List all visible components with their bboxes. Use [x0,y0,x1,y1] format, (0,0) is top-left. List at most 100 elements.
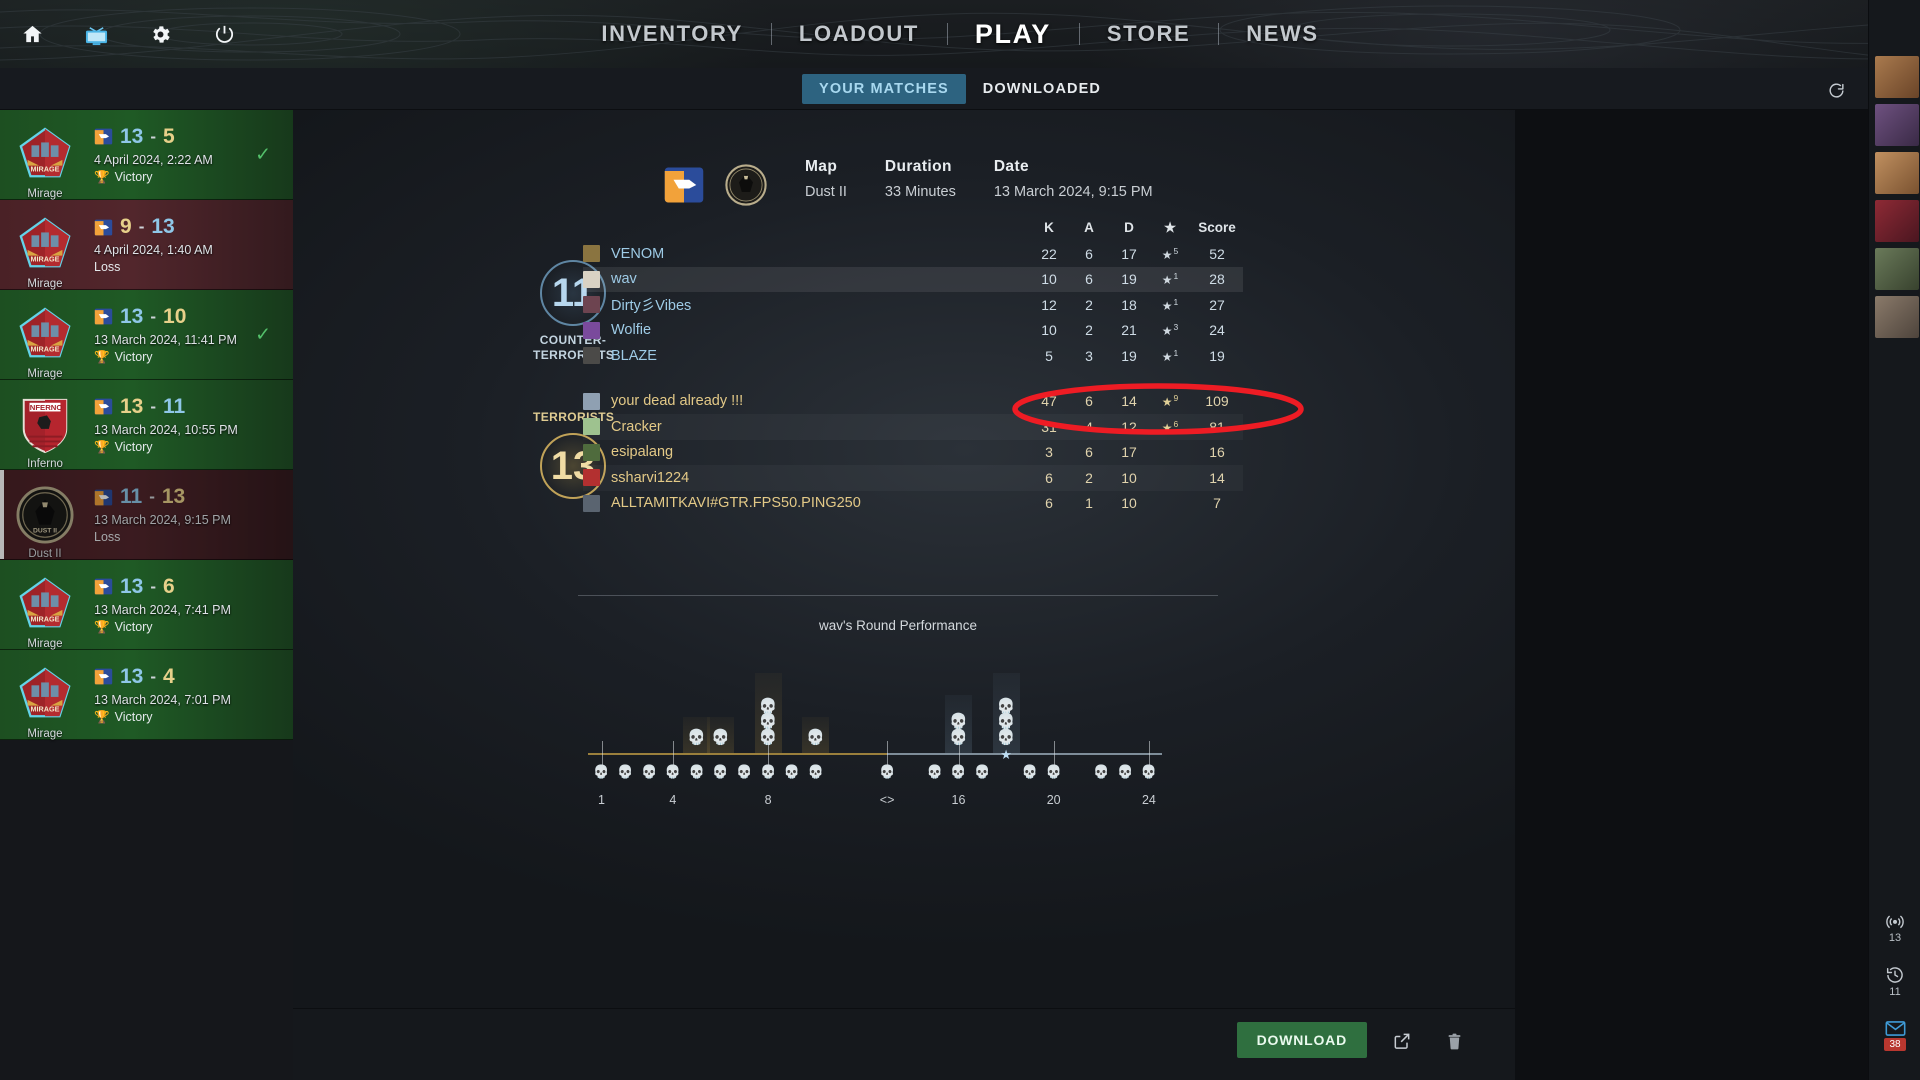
friend-avatar[interactable] [1875,56,1919,98]
match-detail-header: Map Dust II Duration 33 Minutes Date 13 … [663,158,1153,206]
player-score: 52 [1209,245,1225,262]
svg-text:MIRAGE: MIRAGE [31,344,60,353]
map-name: Mirage [27,727,63,740]
match-list[interactable]: MIRAGE Mirage 13 - 5 4 April 2024, 2:22 … [0,110,293,1080]
avatar [583,347,600,365]
table-row[interactable]: Wolfie 10 2 21 ★3 24 [583,318,1243,344]
match-result: 🏆 Victory [94,170,293,185]
kill-skull-icon: 💀 [758,713,778,730]
download-button[interactable]: DOWNLOAD [1236,1022,1367,1058]
player-deaths: 21 [1121,322,1137,339]
axis-tick-label: 8 [764,793,772,807]
quick-nav-icons [0,0,256,68]
avatar [583,245,600,263]
match-result-label: Victory [114,440,153,454]
menu-item-play[interactable]: PLAY [947,19,1079,50]
duration-label: Duration [884,158,952,175]
player-kills: 31 [1041,418,1057,435]
table-row[interactable]: ssharvi1224 6 2 10 14 [583,465,1243,491]
tv-icon[interactable] [64,0,128,68]
star-icon: ★ [1161,298,1173,313]
match-list-item[interactable]: INFERNO Inferno 13 - 11 13 March 2024, 1… [0,380,293,470]
table-row[interactable]: Cracker 31 4 12 ★6 81 [583,414,1243,440]
player-score: 19 [1209,347,1225,364]
scoreboard: K A D ★ Score VENOM 22 6 17 ★5 52 wav 10… [583,220,1243,516]
kill-skull-icon: 💀 [711,728,730,746]
friend-avatar[interactable] [1875,296,1919,338]
table-row[interactable]: BLAZE 5 3 19 ★1 19 [583,343,1243,369]
avatar [583,321,600,339]
menu-item-news[interactable]: NEWS [1218,21,1346,47]
friend-avatar[interactable] [1875,104,1919,146]
tab-downloaded[interactable]: DOWNLOADED [966,74,1118,104]
axis-tick [958,741,960,771]
power-icon[interactable] [192,0,256,68]
external-link-icon[interactable] [1389,1028,1415,1054]
tv-icon-glyph [85,26,107,45]
axis-tick [601,741,603,771]
death-skull-icon: 💀 [1021,764,1038,779]
score-left: 13 [120,664,144,688]
player-name: ALLTAMITKAVI#GTR.FPS50.PING250 [611,495,861,512]
match-list-item[interactable]: MIRAGE Mirage 13 - 10 13 March 2024, 11:… [0,290,293,380]
history-icon[interactable]: 11 [1869,954,1920,1008]
cs2-logo-icon [94,668,113,685]
avatar [583,296,600,314]
friend-avatar[interactable] [1875,152,1919,194]
home-icon[interactable] [0,0,64,68]
star-icon: ★ [1161,420,1173,435]
menu-item-loadout[interactable]: LOADOUT [771,21,947,47]
kill-skull-icon: 💀 [996,697,1016,715]
score-right: 11 [163,394,186,418]
refresh-icon[interactable] [1824,78,1848,102]
player-assists: 3 [1085,347,1093,364]
death-skull-icon: 💀 [1117,764,1134,779]
table-row[interactable]: esipalang 3 6 17 16 [583,440,1243,466]
gear-icon[interactable] [128,0,192,68]
mail-icon[interactable]: 38 [1869,1008,1920,1062]
friend-avatar[interactable] [1875,248,1919,290]
kill-skull-icon: 💀 [758,697,778,715]
table-row[interactable]: your dead already !!! 47 6 14 ★9 109 [583,389,1243,415]
score-left: 13 [120,394,144,418]
friend-avatar[interactable] [1875,200,1919,242]
table-row-self[interactable]: wav 10 6 19 ★1 28 [583,266,1243,292]
chart-divider [578,595,1218,596]
match-list-item[interactable]: MIRAGE Mirage 13 - 6 13 March 2024, 7:41… [0,560,293,650]
match-score: 13 - 11 [94,395,293,419]
mail-badge-count: 38 [1884,1037,1906,1051]
right-rail: 13 11 38 [1868,0,1920,1080]
trash-icon[interactable] [1441,1028,1467,1054]
trophy-icon: 🏆 [94,169,110,184]
broadcast-icon[interactable]: 13 [1869,900,1920,954]
star-count: 6 [1173,418,1179,429]
player-assists: 2 [1085,296,1093,313]
table-row[interactable]: VENOM 22 6 17 ★5 52 [583,241,1243,267]
score-right: 5 [163,124,175,148]
tab-your-matches[interactable]: YOUR MATCHES [802,74,966,104]
score-dash: - [150,306,157,326]
table-row[interactable]: ALLTAMITKAVI#GTR.FPS50.PING250 6 1 10 7 [583,491,1243,517]
axis-tick-label: 24 [1141,793,1156,807]
menu-item-inventory[interactable]: INVENTORY [573,21,771,47]
match-date: 13 March 2024, 7:41 PM [94,602,231,617]
cs2-logo-icon [664,167,704,203]
match-list-item-selected[interactable]: DUST II Dust II 11 - 13 13 March 2024, 9… [0,470,293,560]
round-kills: 💀 [707,728,734,746]
match-list-item[interactable]: MIRAGE Mirage 9 - 13 4 April 2024, 1:40 … [0,200,293,290]
star-icon: ★ [1161,324,1173,339]
map-name: Inferno [27,457,63,470]
svg-text:MIRAGE: MIRAGE [31,614,60,623]
avatar [583,418,600,436]
table-row[interactable]: Dirty彡Vibes 12 2 18 ★1 27 [583,292,1243,318]
match-list-item[interactable]: MIRAGE Mirage 13 - 5 4 April 2024, 2:22 … [0,110,293,200]
player-deaths: 12 [1121,418,1137,435]
menu-item-store[interactable]: STORE [1079,21,1218,47]
match-list-item[interactable]: MIRAGE Mirage 13 - 4 13 March 2024, 7:01… [0,650,293,740]
match-result: Loss [94,260,293,274]
map-badge-mirage-icon: MIRAGE Mirage [14,214,76,290]
score-left: 13 [120,124,144,148]
match-result-label: Victory [114,170,153,184]
player-deaths: 10 [1121,495,1137,512]
axis-line-second-half [887,753,1163,755]
